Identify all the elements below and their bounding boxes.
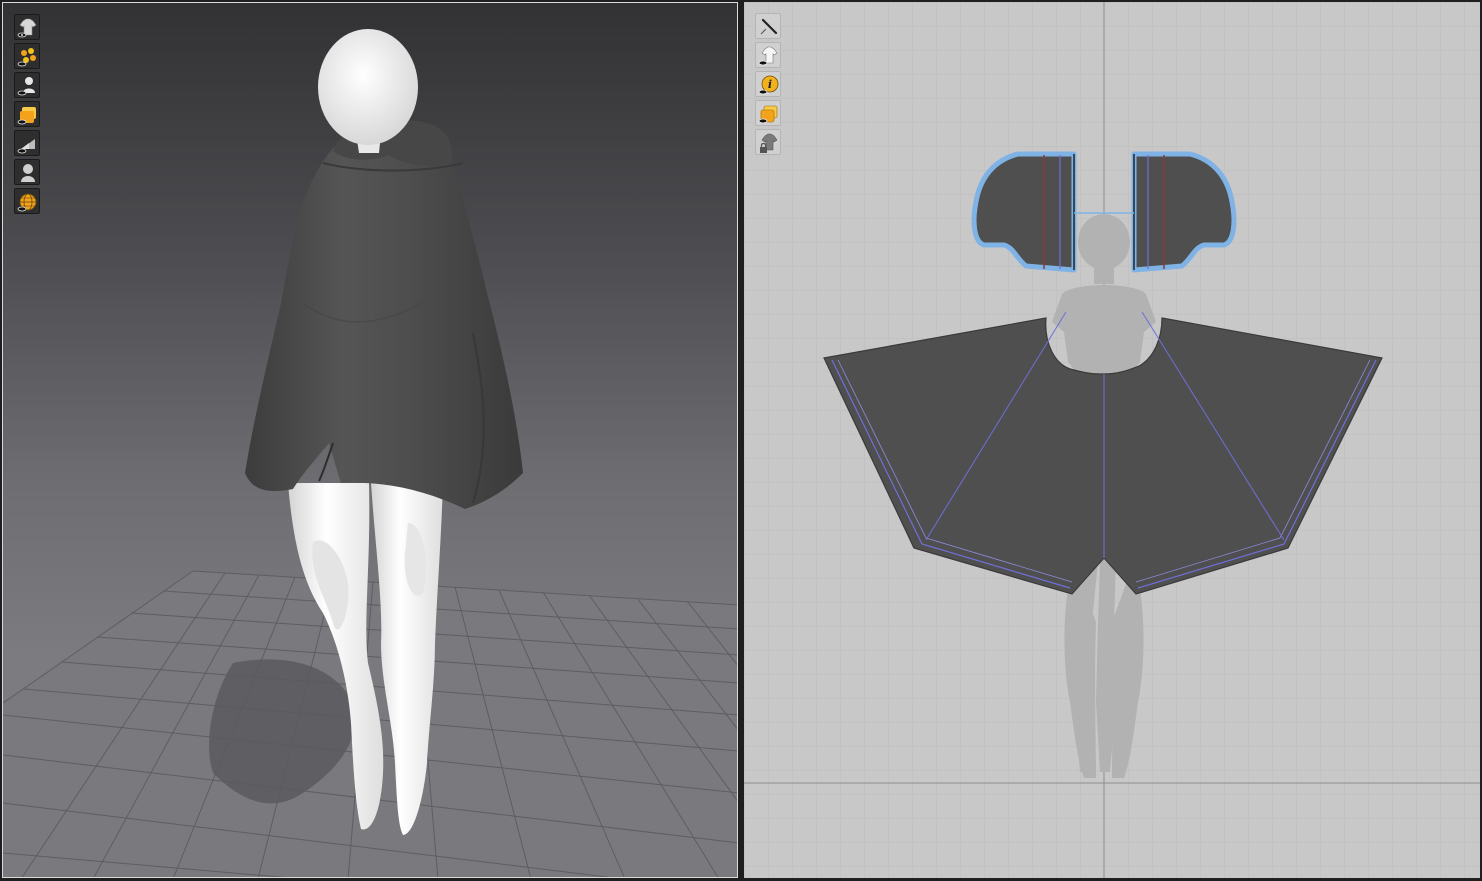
avatar-display-icon	[17, 77, 35, 96]
2d-pattern-canvas	[744, 2, 1480, 878]
avatar-silhouette-icon	[21, 164, 35, 182]
garment-display-button[interactable]	[14, 14, 40, 40]
garment-visibility-icon	[758, 46, 778, 66]
3d-garment-window[interactable]	[2, 2, 738, 878]
pattern-texture-button[interactable]	[755, 100, 781, 126]
fabric-points-icon	[17, 48, 36, 67]
needle-icon	[760, 18, 778, 35]
garment-lock-button[interactable]	[755, 129, 781, 155]
needle-button[interactable]	[755, 13, 781, 39]
mesh-globe-icon	[17, 193, 37, 212]
pattern-texture-icon	[758, 105, 778, 124]
cape-3d	[245, 138, 523, 509]
svg-text:i: i	[768, 78, 772, 91]
texture-display-button[interactable]	[14, 101, 40, 127]
garment-lock-icon	[760, 133, 778, 153]
texture-display-icon	[17, 107, 36, 125]
3d-scene	[3, 29, 737, 877]
garment-display-icon	[17, 18, 37, 38]
garment-visibility-button[interactable]	[755, 42, 781, 68]
avatar-silhouette-button[interactable]	[14, 159, 40, 185]
avatar-display-button[interactable]	[14, 72, 40, 98]
app-window: i	[0, 0, 1482, 881]
info-icon: i	[758, 75, 779, 95]
shading-button[interactable]	[14, 130, 40, 156]
info-button[interactable]: i	[755, 71, 781, 97]
2d-pattern-window[interactable]: i	[744, 2, 1480, 878]
avatar-head	[318, 29, 418, 145]
fabric-points-button[interactable]	[14, 43, 40, 69]
shading-icon	[17, 139, 35, 154]
mesh-globe-button[interactable]	[14, 188, 40, 214]
